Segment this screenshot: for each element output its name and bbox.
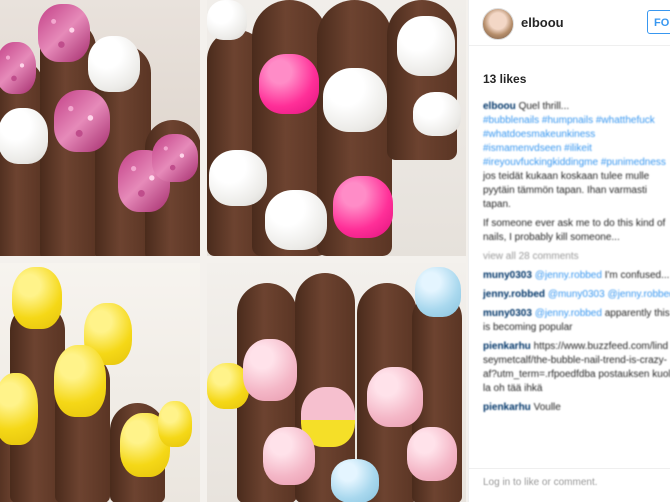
nail — [265, 190, 327, 250]
nail — [0, 42, 36, 94]
nail — [333, 176, 393, 238]
nail — [331, 459, 379, 502]
nail — [263, 427, 315, 485]
likes-count[interactable]: 13 likes — [483, 72, 526, 86]
post-header: elboou FO — [469, 0, 670, 46]
username-link[interactable]: elboou — [521, 15, 564, 30]
comment-text: Quel thrill... — [518, 101, 570, 112]
nail — [38, 4, 90, 62]
nail — [413, 92, 461, 136]
nail — [88, 36, 140, 92]
post-footer: Log in to like or comment. — [469, 468, 670, 503]
comment-tags[interactable]: #bubblenails #humpnails #whatthefuck #wh… — [483, 114, 670, 170]
nail — [12, 267, 62, 329]
nail — [209, 150, 267, 206]
comment: elboou Quel thrill... #bubblenails #hump… — [483, 100, 670, 212]
comment-user[interactable]: pienkarhu — [483, 341, 531, 352]
comment: pienkarhu https://www.buzzfeed.com/linds… — [483, 340, 670, 396]
view-all-comments-link[interactable]: view all 28 comments — [483, 250, 670, 264]
nail — [415, 267, 461, 317]
nail — [158, 401, 192, 447]
photo-quadrant-pastel-nails — [207, 263, 466, 502]
nail — [259, 54, 319, 114]
login-to-comment-link[interactable]: Log in to like or comment. — [483, 477, 598, 488]
photo-quadrant-pink-white-nails — [207, 0, 466, 256]
nail — [207, 0, 247, 40]
comment-mention[interactable]: @jenny.robbed — [535, 308, 602, 319]
comment-user[interactable]: muny0303 — [483, 270, 532, 281]
nail — [407, 427, 457, 481]
comment: muny0303 @jenny.robbed apparently this i… — [483, 307, 670, 335]
avatar[interactable] — [482, 8, 514, 40]
comment-text: I'm confused... — [604, 270, 670, 281]
comment-user[interactable]: muny0303 — [483, 308, 532, 319]
comment-user[interactable]: jenny.robbed — [483, 289, 545, 300]
follow-button[interactable]: FO — [647, 10, 670, 34]
comment: muny0303 @jenny.robbed I'm confused... — [483, 269, 670, 283]
post-photo[interactable] — [0, 0, 468, 502]
comment-user[interactable]: pienkarhu — [483, 402, 531, 413]
comment-text: Voulle — [533, 402, 561, 413]
nail — [367, 367, 423, 427]
photo-quadrant-glitter-nails — [0, 0, 200, 256]
nail — [152, 134, 198, 182]
comment: jenny.robbed @muny0303 @jenny.robbed — [483, 288, 670, 302]
comment-text: If someone ever ask me to do this kind o… — [483, 218, 666, 243]
nail — [397, 16, 455, 76]
comment-mention[interactable]: @jenny.robbed — [535, 270, 602, 281]
comment-user[interactable]: elboou — [483, 101, 516, 112]
comment-mention[interactable]: @muny0303 @jenny.robbed — [548, 289, 670, 300]
nail — [0, 108, 48, 164]
nail — [323, 68, 387, 132]
comment: If someone ever ask me to do this kind o… — [483, 217, 670, 245]
nail — [54, 90, 110, 152]
photo-quadrant-yellow-nails — [0, 263, 200, 502]
nail — [243, 339, 297, 401]
nail — [0, 373, 38, 445]
post-sidebar: elboou FO 13 likes elboou Quel thrill...… — [468, 0, 670, 502]
comment-extra: jos teidät kukaan koskaan tulee mulle py… — [483, 171, 650, 210]
nail — [54, 345, 106, 417]
comment: pienkarhu Voulle — [483, 401, 670, 415]
comments-list: elboou Quel thrill... #bubblenails #hump… — [483, 100, 670, 420]
